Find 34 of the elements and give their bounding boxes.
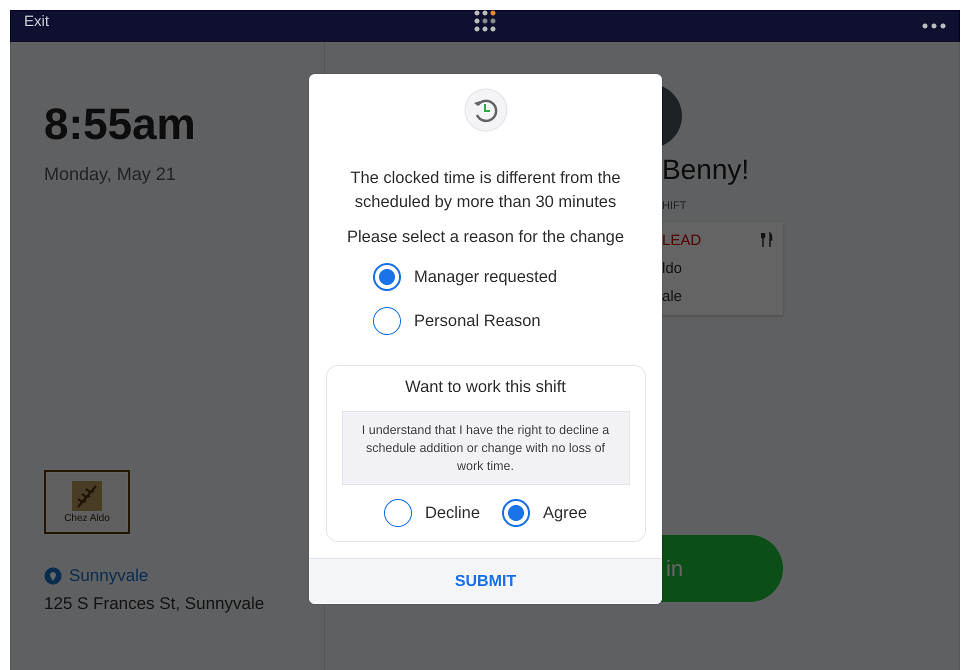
more-icon[interactable] — [922, 23, 946, 29]
reason-option[interactable]: Personal Reason — [373, 307, 558, 335]
wheat-icon — [72, 480, 102, 510]
shift-role: LEAD — [662, 232, 702, 249]
shift-location: ldo — [662, 260, 684, 277]
fork-knife-icon — [761, 232, 773, 248]
exit-button[interactable]: Exit — [24, 12, 50, 30]
reason-option[interactable]: Manager requested — [373, 263, 558, 291]
radio-button[interactable] — [502, 499, 530, 527]
radio-button[interactable] — [373, 263, 401, 291]
dialog-prompt: Please select a reason for the change — [346, 228, 624, 247]
location-name: Sunnyvale — [69, 566, 148, 586]
logo-text: Chez Aldo — [64, 512, 110, 524]
radio-button[interactable] — [384, 499, 412, 527]
radio-button[interactable] — [373, 307, 401, 335]
reason-label: Personal Reason — [414, 312, 541, 330]
dialog-message: The clocked time is different from the scheduled by more than 30 minutes — [349, 168, 622, 213]
clock-history-icon — [464, 88, 508, 132]
submit-button[interactable]: SUBMIT — [309, 558, 662, 604]
reason-label: Manager requested — [414, 268, 558, 286]
app-grid-icon[interactable] — [474, 10, 496, 32]
shift-city: ale — [662, 288, 684, 305]
location-pin-icon — [44, 567, 62, 585]
consent-option[interactable]: Decline — [384, 499, 480, 527]
consent-option[interactable]: Agree — [502, 499, 588, 527]
greeting-text: Benny! — [662, 154, 750, 186]
consent-title: Want to work this shift — [405, 378, 566, 397]
date-text: Monday, May 21 — [44, 164, 177, 185]
consent-label: Agree — [543, 504, 588, 522]
section-label: HIFT — [662, 200, 686, 212]
address-text: 125 S Frances St, Sunnyvale — [44, 594, 266, 614]
consent-label: Decline — [424, 504, 480, 522]
consent-notice: I understand that I have the right to decline a schedule addition or change with no loss of work time. — [342, 411, 630, 485]
clock-time: 8:55am — [44, 100, 197, 150]
